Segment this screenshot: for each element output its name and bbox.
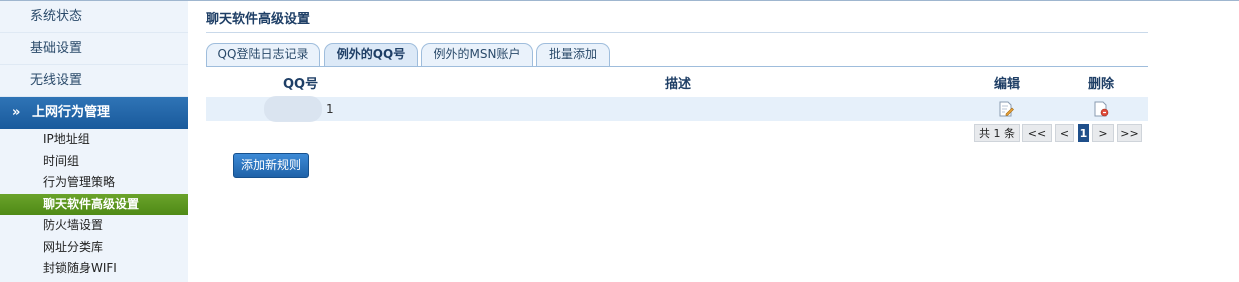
sub-item-block-portable-wifi[interactable]: 封锁随身WIFI bbox=[0, 258, 188, 280]
nav-section-label: 上网行为管理 bbox=[32, 105, 111, 120]
column-header-delete: 删除 bbox=[1088, 77, 1115, 92]
column-header-description: 描述 bbox=[665, 77, 692, 92]
column-header-qq: QQ号 bbox=[283, 77, 319, 92]
chevron-down-icon: » bbox=[12, 105, 21, 120]
nav-item-basic-settings[interactable]: 基础设置 bbox=[0, 33, 188, 65]
sub-item-chat-software-advanced[interactable]: 聊天软件高级设置 bbox=[0, 193, 188, 215]
pagination-prev-button[interactable]: < bbox=[1055, 124, 1074, 142]
pagination-last-button[interactable]: >> bbox=[1117, 124, 1142, 142]
nav-item-wireless-settings[interactable]: 无线设置 bbox=[0, 65, 188, 97]
table-header: QQ号 描述 编辑 删除 bbox=[206, 71, 1148, 93]
column-header-edit: 编辑 bbox=[994, 77, 1021, 92]
pagination-next-button[interactable]: > bbox=[1092, 124, 1114, 142]
sub-item-ip-group[interactable]: IP地址组 bbox=[0, 129, 188, 151]
title-divider bbox=[206, 32, 1148, 33]
redacted-blur bbox=[264, 96, 322, 122]
nav-item-system-status[interactable]: 系统状态 bbox=[0, 1, 188, 33]
tab-batch-add[interactable]: 批量添加 bbox=[536, 43, 610, 66]
sub-item-time-group[interactable]: 时间组 bbox=[0, 151, 188, 173]
sub-item-url-category[interactable]: 网址分类库 bbox=[0, 237, 188, 259]
tab-excepted-qq[interactable]: 例外的QQ号 bbox=[324, 43, 418, 67]
page-title: 聊天软件高级设置 bbox=[206, 12, 311, 27]
edit-icon[interactable] bbox=[998, 101, 1014, 117]
tab-divider bbox=[206, 66, 1148, 67]
nav-section-behavior-management[interactable]: » 上网行为管理 bbox=[0, 97, 188, 129]
sidebar: 系统状态 基础设置 无线设置 » 上网行为管理 IP地址组 时间组 行为管理策略 … bbox=[0, 1, 188, 282]
sub-item-behavior-policy[interactable]: 行为管理策略 bbox=[0, 172, 188, 194]
tab-qq-login-log[interactable]: QQ登陆日志记录 bbox=[206, 43, 320, 66]
add-rule-button[interactable]: 添加新规则 bbox=[233, 153, 309, 178]
table-row: 1 bbox=[206, 96, 1148, 122]
sub-item-firewall[interactable]: 防火墙设置 bbox=[0, 215, 188, 237]
delete-icon[interactable] bbox=[1093, 101, 1109, 117]
tab-excepted-msn[interactable]: 例外的MSN账户 bbox=[421, 43, 533, 66]
pagination-current-page[interactable]: 1 bbox=[1078, 124, 1089, 142]
pagination-first-button[interactable]: << bbox=[1022, 124, 1052, 142]
pagination-total: 共 1 条 bbox=[974, 124, 1020, 142]
qq-number-cell: 1 bbox=[326, 102, 334, 116]
